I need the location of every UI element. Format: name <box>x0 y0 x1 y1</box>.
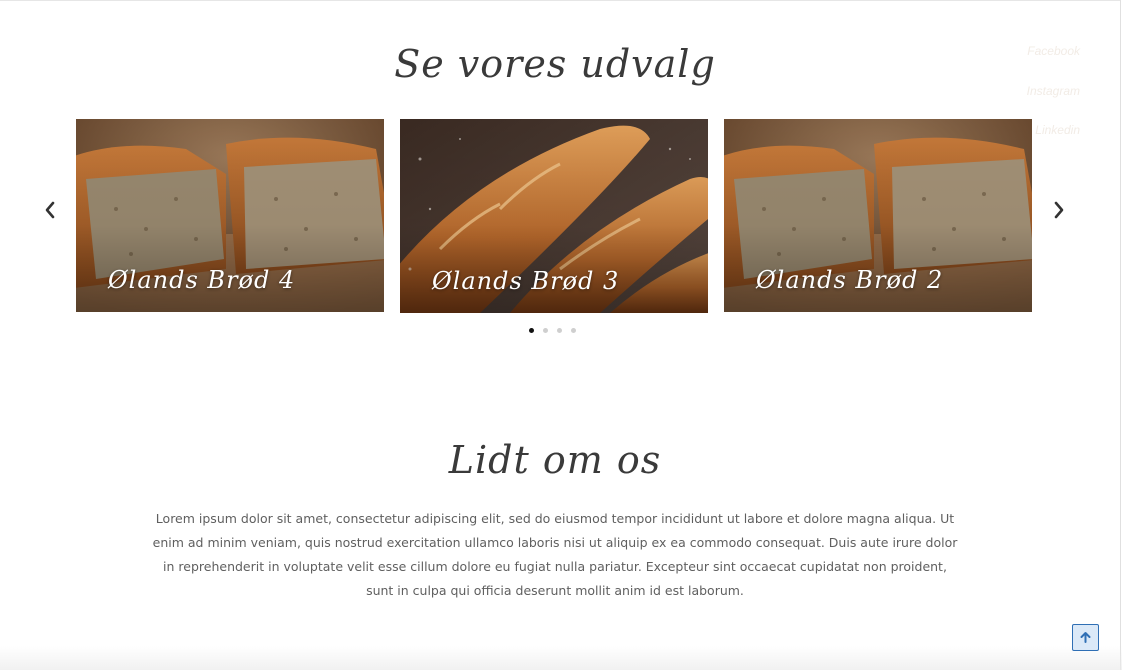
carousel-next-button[interactable] <box>1047 196 1071 224</box>
carousel-dot[interactable] <box>571 328 576 333</box>
slide-caption: Ølands Brød 4 <box>108 266 296 294</box>
slide-caption: Ølands Brød 3 <box>432 267 620 295</box>
facebook-link[interactable]: Facebook <box>1027 44 1080 58</box>
about-paragraph: Lorem ipsum dolor sit amet, consectetur … <box>152 511 958 598</box>
carousel-prev-button[interactable] <box>38 196 62 224</box>
carousel-pagination <box>529 328 576 333</box>
top-divider <box>0 0 1120 1</box>
carousel-dot[interactable] <box>557 328 562 333</box>
chevron-right-icon <box>1054 201 1064 219</box>
bottom-fade <box>0 646 1122 670</box>
carousel-slide[interactable]: Ølands Brød 4 <box>76 119 384 312</box>
carousel-slide[interactable]: Ølands Brød 3 <box>400 119 708 313</box>
linkedin-label: Linkedin <box>1035 122 1080 137</box>
carousel-dot[interactable] <box>529 328 534 333</box>
instagram-link[interactable]: Instagram <box>1027 84 1080 98</box>
arrow-up-icon <box>1080 632 1091 643</box>
slide-caption: Ølands Brød 2 <box>756 266 944 294</box>
scroll-to-top-button[interactable] <box>1072 624 1099 651</box>
page: Se vores udvalg Facebook Instagram Linke… <box>0 0 1122 670</box>
right-divider <box>1120 0 1121 670</box>
section-title-about: Lidt om os <box>448 438 662 482</box>
carousel-dot[interactable] <box>543 328 548 333</box>
carousel-slide[interactable]: Ølands Brød 2 <box>724 119 1032 312</box>
chevron-left-icon <box>45 201 55 219</box>
section-title-udvalg: Se vores udvalg <box>394 42 716 86</box>
